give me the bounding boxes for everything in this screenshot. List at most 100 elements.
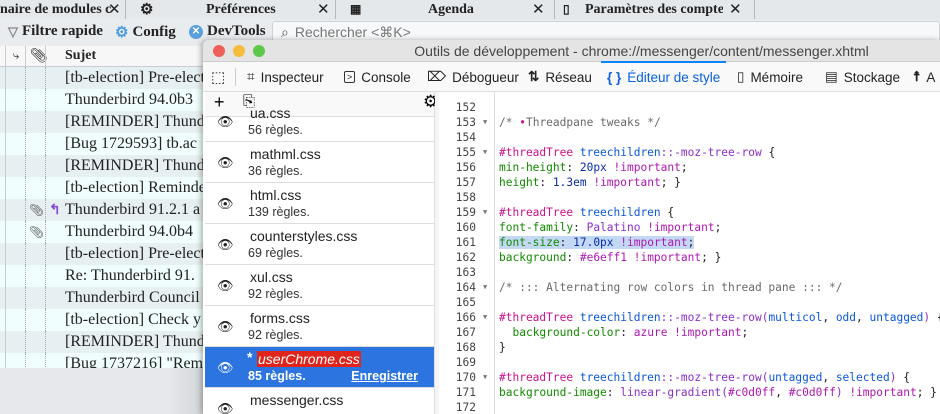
message-row[interactable]: 📎︎ ↰ Thunderbird 91.2.1 a — [0, 199, 210, 221]
tab-memory[interactable]: ▯ Mémoire — [737, 62, 803, 92]
stylesheet-rule-count: 139 règles. — [248, 205, 310, 219]
thread-column-icon[interactable]: ⤷ — [13, 50, 19, 63]
message-row[interactable]: [tb-election] Reminder — [0, 177, 210, 199]
message-row[interactable]: Thunderbird 94.0b3 — [0, 89, 210, 111]
eye-icon[interactable]: 👁︎ — [217, 360, 234, 376]
stylesheet-item[interactable]: 👁︎ userChrome.css 85 règles. * Enregistrer — [205, 347, 434, 388]
console-icon: > — [344, 71, 356, 83]
close-icon[interactable]: ✕ — [317, 0, 330, 19]
stylesheet-rule-count: 69 règles. — [248, 246, 303, 260]
message-row[interactable]: [tb-election] Check y — [0, 309, 210, 331]
stylesheet-item[interactable]: 👁︎ ua.css 56 règles. — [205, 101, 434, 142]
code-editor[interactable]: 152 153 ▼ /* •Threadpane tweaks */ 154 155 ▼ #t… — [440, 92, 940, 414]
tab-storage[interactable]: ▤ Stockage — [825, 62, 900, 92]
tab-inspector[interactable]: ⌗ Inspecteur — [247, 62, 324, 92]
eye-icon[interactable]: 👁︎ — [217, 114, 234, 130]
stylesheet-item[interactable]: 👁︎ forms.css 92 règles. — [205, 306, 434, 347]
code-token: /* — [499, 116, 520, 129]
stylesheet-item[interactable]: 👁︎ counterstyles.css 69 règles. — [205, 224, 434, 265]
code-line[interactable]: background: #e6eff1 !important; } — [499, 250, 721, 265]
message-row[interactable]: [REMINDER] Thunderbird — [0, 111, 210, 133]
tab-agenda[interactable]: ▦ Agenda ✕ — [336, 0, 555, 19]
code-token: !important — [593, 176, 661, 189]
code-token: untagged — [768, 371, 823, 384]
tab-accessibility[interactable]: ☨ A — [913, 62, 935, 92]
subject-column-header[interactable]: Sujet — [65, 48, 96, 64]
minimize-window-button[interactable] — [233, 45, 245, 57]
close-icon[interactable]: ✕ — [108, 0, 121, 19]
fold-toggle-icon[interactable]: ▼ — [483, 370, 487, 385]
code-line[interactable]: #threadTree treechildren::-moz-tree-row(… — [499, 370, 910, 385]
close-icon[interactable]: ✕ — [729, 0, 742, 19]
message-row[interactable]: Re: Thunderbird 91. — [0, 265, 210, 287]
eye-icon[interactable]: 👁︎ — [217, 401, 234, 414]
code-line[interactable]: background-color: azure !important; — [499, 325, 748, 340]
fold-toggle-icon[interactable]: ▼ — [483, 280, 487, 295]
tab-debugger[interactable]: ⌦ Débogueur — [427, 62, 519, 92]
code-line[interactable]: #threadTree treechildren { — [499, 205, 674, 220]
eye-icon[interactable]: 👁︎ — [217, 196, 234, 212]
code-token: Palatino — [586, 221, 648, 234]
code-line[interactable]: font-family: Palatino !important; — [499, 220, 721, 235]
code-line[interactable]: #threadTree treechildren::-moz-tree-row(… — [499, 310, 940, 325]
devtools-label: DevTools — [207, 23, 266, 39]
code-token: /* ::: Alternating row colors in thread … — [499, 281, 843, 294]
code-line[interactable]: } — [499, 340, 506, 355]
code-token: , — [822, 311, 836, 324]
message-subject: Thunderbird Council — [65, 289, 200, 306]
code-line[interactable]: /* ::: Alternating row colors in thread … — [499, 280, 843, 295]
message-row[interactable]: [tb-election] Pre-election — [0, 67, 210, 89]
stylesheet-item[interactable]: 👁︎ messenger.css — [205, 388, 434, 414]
eye-icon[interactable]: 👁︎ — [217, 155, 234, 171]
code-token: ; } — [916, 386, 937, 399]
tab-style-editor[interactable]: { } Éditeur de style — [600, 61, 727, 92]
calendar-icon: ▦ — [350, 2, 362, 16]
close-window-button[interactable] — [213, 45, 225, 57]
devtools-button[interactable]: ✕ DevTools — [189, 23, 266, 40]
element-picker-button[interactable]: ⬚ — [211, 62, 225, 92]
code-line[interactable]: font-size: 17.0px !important; — [499, 235, 695, 250]
stylesheet-item[interactable]: 👁︎ html.css 139 règles. — [205, 183, 434, 224]
close-icon[interactable]: ✕ — [532, 0, 545, 19]
quick-filter-button[interactable]: ▽ Filtre rapide — [8, 23, 103, 40]
message-subject: [tb-election] Reminder — [65, 179, 210, 196]
message-row[interactable]: [Bug 1729593] tb.ac — [0, 133, 210, 155]
config-label: Config — [132, 24, 176, 40]
message-row[interactable]: [REMINDER] Thunderbird — [0, 331, 210, 353]
fold-toggle-icon[interactable]: ▼ — [483, 145, 487, 160]
line-number: 166 — [455, 311, 476, 324]
attachment-icon: 📎︎ — [29, 202, 45, 217]
fold-toggle-icon[interactable]: ▼ — [483, 205, 487, 220]
code-line[interactable]: height: 1.3em !important; } — [499, 175, 681, 190]
stylesheet-item[interactable]: 👁︎ xul.css 92 règles. — [205, 265, 434, 306]
tab-preferences[interactable]: ⚙ Préférences ✕ — [126, 0, 336, 19]
config-button[interactable]: ⚙ Config — [115, 23, 176, 42]
eye-icon[interactable]: 👁︎ — [217, 278, 234, 294]
devtools-titlebar: Outils de développement - chrome://messe… — [203, 40, 940, 62]
maximize-window-button[interactable] — [253, 45, 265, 57]
eye-icon[interactable]: 👁︎ — [217, 319, 234, 335]
code-line[interactable]: background-image: linear-gradient(#c0d0f… — [499, 385, 937, 400]
sidebar-scrollbar[interactable] — [435, 92, 439, 414]
message-row[interactable]: Thunderbird Council — [0, 287, 210, 309]
fold-toggle-icon[interactable]: ▼ — [483, 115, 487, 130]
code-token: : — [559, 236, 574, 249]
tab-addons[interactable]: naire de modules c ✕ — [0, 0, 126, 19]
code-token: treechildren — [579, 206, 661, 219]
code-line[interactable]: min-height: 20px !important; — [499, 160, 688, 175]
tab-console[interactable]: > Console — [344, 62, 411, 92]
message-row[interactable]: [tb-election] Pre-election — [0, 243, 210, 265]
tab-account-settings[interactable]: ▯ Paramètres des comptes C ✕ — [555, 0, 755, 19]
line-number: 163 — [455, 266, 476, 279]
eye-icon[interactable]: 👁︎ — [217, 237, 234, 253]
message-row[interactable]: [REMINDER] Thunderbird — [0, 155, 210, 177]
code-token: { — [896, 371, 910, 384]
tab-network[interactable]: ⇅ Réseau — [528, 62, 592, 92]
save-link[interactable]: Enregistrer — [351, 369, 418, 383]
code-line[interactable]: #threadTree treechildren::-moz-tree-row … — [499, 145, 775, 160]
message-row[interactable]: 📎︎ Thunderbird 94.0b4 — [0, 221, 210, 243]
stylesheet-item[interactable]: 👁︎ mathml.css 36 règles. — [205, 142, 434, 183]
fold-toggle-icon[interactable]: ▼ — [483, 310, 487, 325]
code-line[interactable]: /* •Threadpane tweaks */ — [499, 115, 661, 130]
